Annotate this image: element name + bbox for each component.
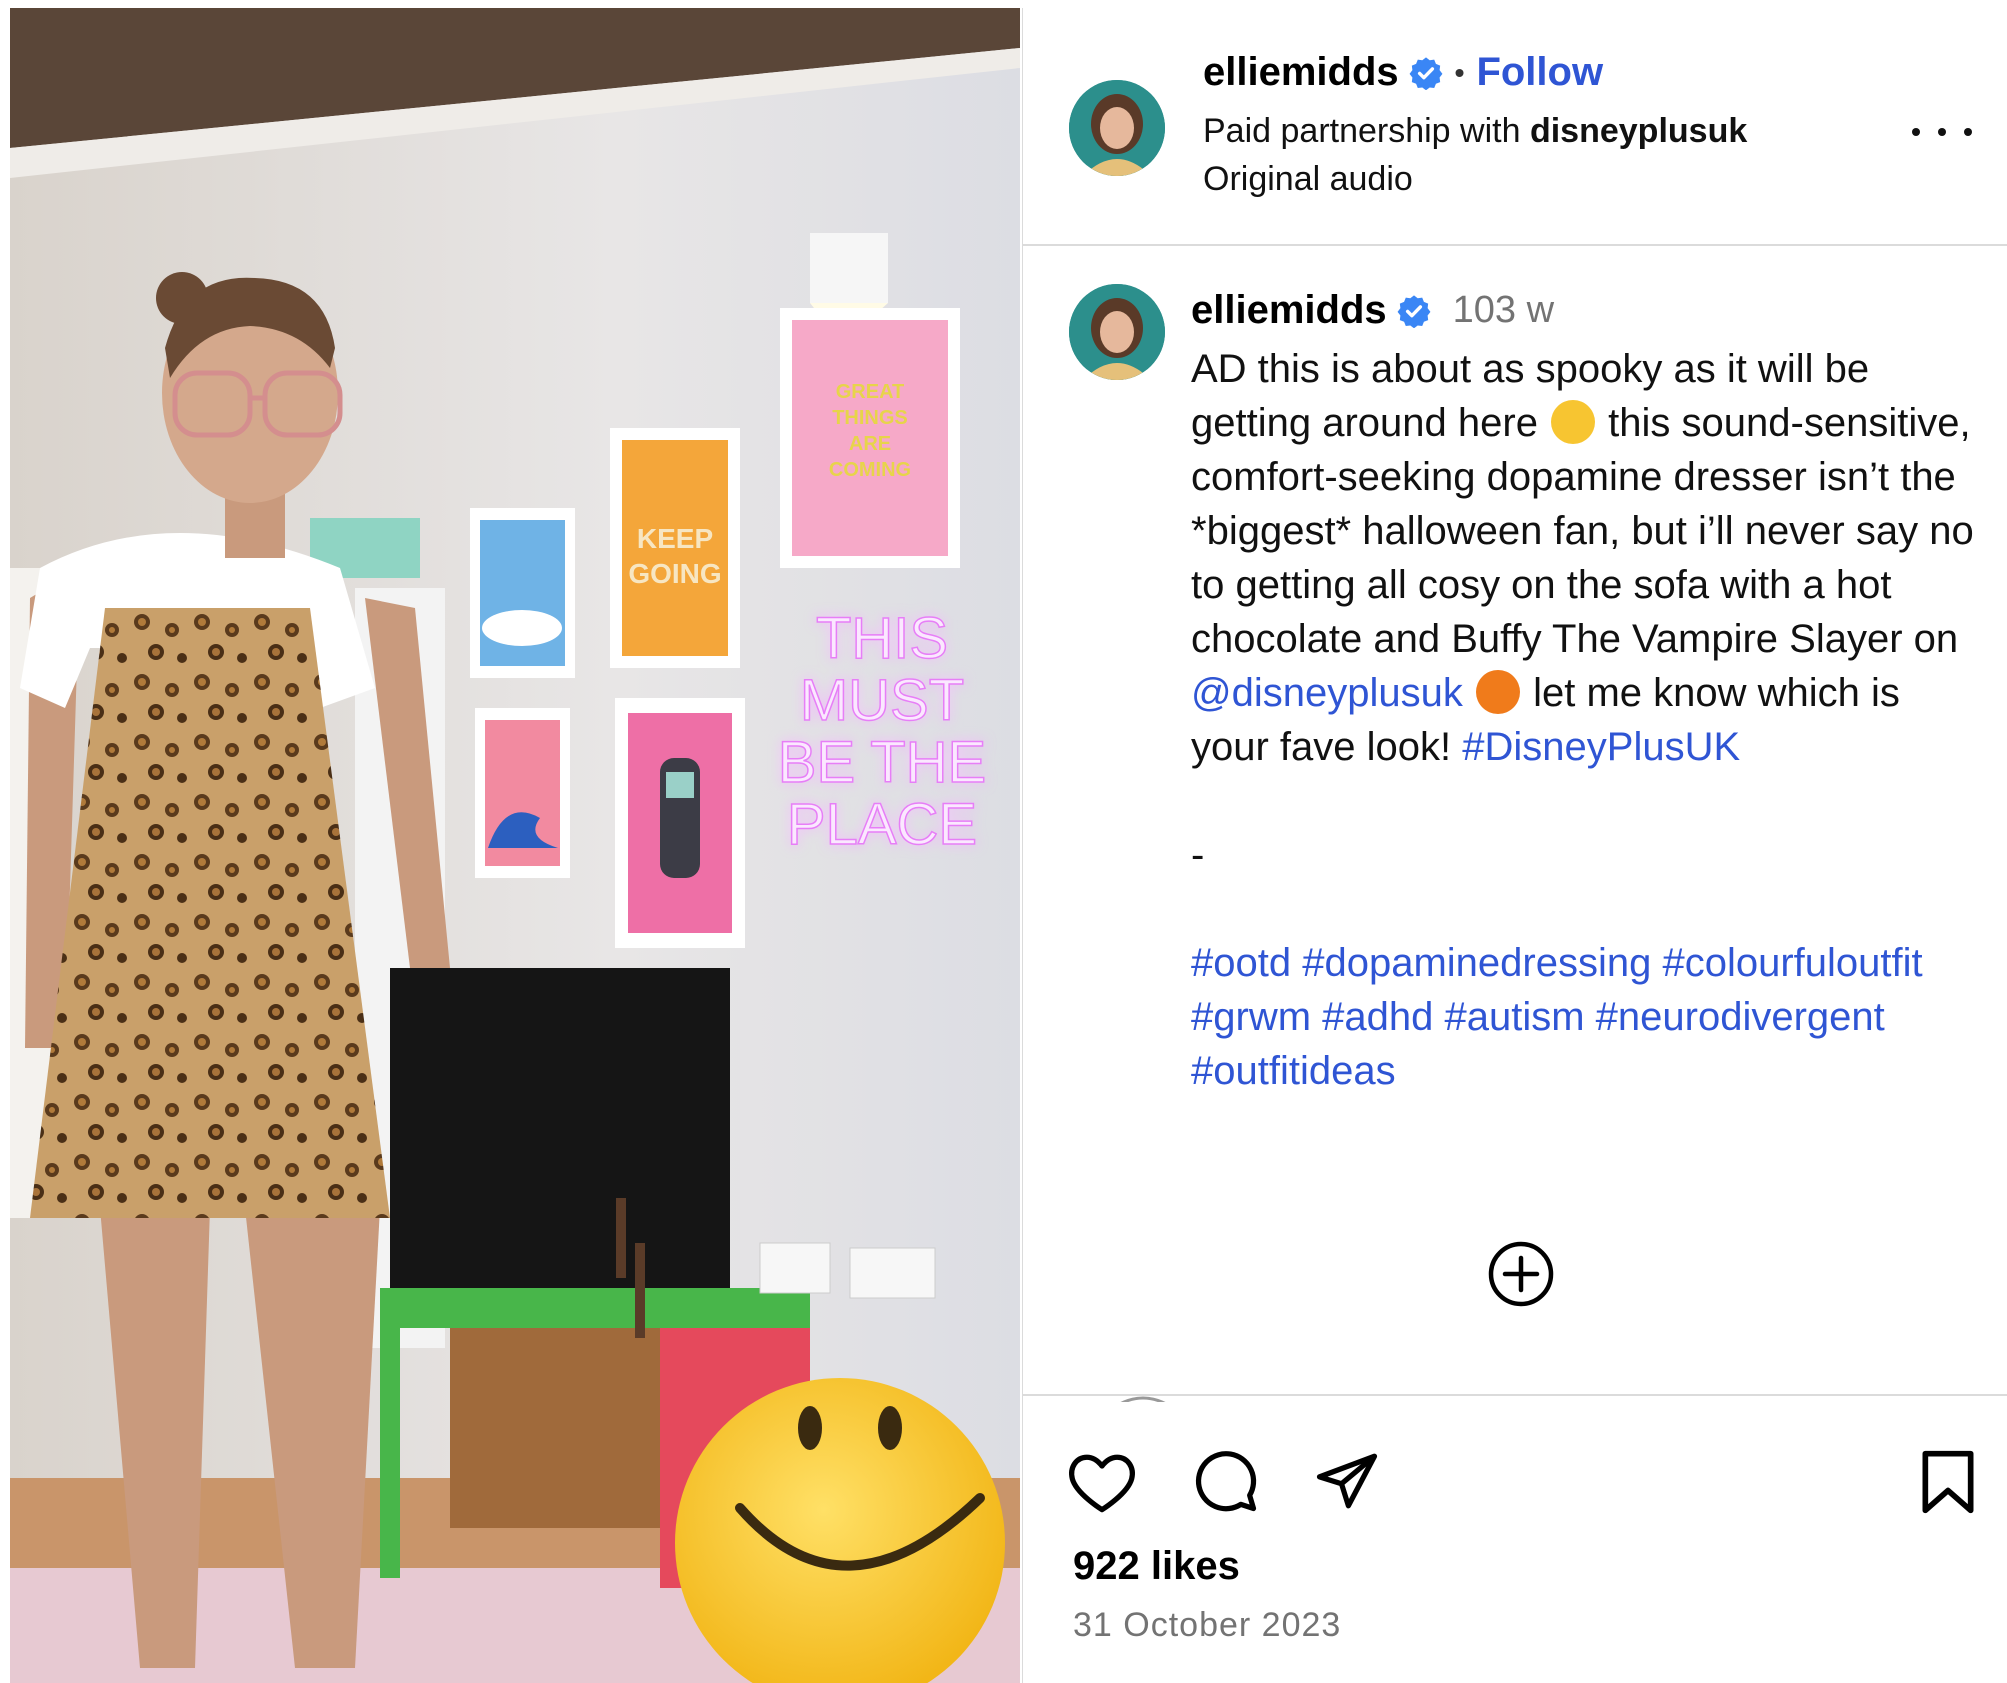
more-dot-icon [1964, 128, 1972, 136]
crying-smile-emoji-icon [1551, 400, 1596, 444]
header-separator: • [1454, 56, 1465, 88]
poster-keep-line2: GOING [628, 558, 721, 589]
verified-badge-icon [1397, 294, 1431, 328]
more-dot-icon [1912, 128, 1920, 136]
header-avatar[interactable] [1069, 80, 1165, 176]
paid-partnership-label: Paid partnership with disneyplusuk [1203, 112, 1747, 151]
avatar-image [1069, 80, 1165, 176]
caption-username-row: elliemidds 103 w [1191, 288, 1554, 333]
post-side-panel: elliemidds • Follow Paid partnership wit… [1022, 8, 2007, 1683]
neon-line-1: THIS [816, 606, 948, 671]
heart-icon[interactable] [1067, 1450, 1137, 1514]
original-audio-link[interactable]: Original audio [1203, 160, 1413, 199]
follow-button[interactable]: Follow [1476, 50, 1603, 95]
header-username-row: elliemidds • Follow [1203, 50, 1603, 95]
caption-username[interactable]: elliemidds [1191, 288, 1387, 333]
more-options-button[interactable] [1912, 112, 1972, 152]
pumpkin-emoji-icon [1475, 670, 1520, 714]
likes-count[interactable]: 922 likes [1073, 1544, 1240, 1589]
mention-link[interactable]: @disneyplusuk [1191, 671, 1463, 715]
poster-great-line2: THINGS [832, 407, 908, 429]
neon-line-3: BE THE [778, 730, 986, 795]
header-username[interactable]: elliemidds [1203, 50, 1399, 95]
more-dot-icon [1938, 128, 1946, 136]
avatar-image [1069, 284, 1165, 380]
actions-divider [1023, 1394, 2007, 1396]
caption-avatar[interactable] [1069, 284, 1165, 380]
comment-icon[interactable] [1191, 1448, 1261, 1514]
hashtags-block[interactable]: #ootd #dopaminedressing #colourfuloutfit… [1191, 936, 1981, 1098]
neon-line-2: MUST [800, 668, 964, 733]
neon-line-4: PLACE [787, 792, 977, 857]
verified-badge-icon [1409, 56, 1443, 90]
post-video-frame: KEEP GOING GREAT THINGS ARE COMING THIS … [10, 8, 1020, 1683]
poster-great-line4: COMING [829, 459, 911, 481]
hashtag-link[interactable]: #DisneyPlusUK [1462, 725, 1740, 769]
header-divider [1023, 244, 2007, 246]
share-icon[interactable] [1313, 1448, 1381, 1514]
top-border [0, 0, 2007, 8]
poster-keep-line1: KEEP [637, 523, 713, 554]
caption-paragraph: AD this is about as spooky as it will be… [1191, 342, 1981, 774]
partnership-brand-link[interactable]: disneyplusuk [1530, 112, 1747, 150]
post-media[interactable]: KEEP GOING GREAT THINGS ARE COMING THIS … [10, 8, 1020, 1683]
bookmark-icon[interactable] [1919, 1448, 1977, 1516]
partnership-prefix: Paid partnership with [1203, 112, 1521, 150]
add-circle-icon[interactable] [1487, 1240, 1555, 1308]
caption-text: AD this is about as spooky as it will be… [1191, 342, 1981, 1098]
avatar-image [1120, 1396, 1166, 1402]
post-date: 31 October 2023 [1073, 1606, 1342, 1644]
post-age-timestamp[interactable]: 103 w [1453, 289, 1554, 332]
poster-great-line1: GREAT [836, 381, 905, 403]
caption-dash: - [1191, 833, 1205, 877]
poster-great-line3: ARE [849, 433, 891, 455]
